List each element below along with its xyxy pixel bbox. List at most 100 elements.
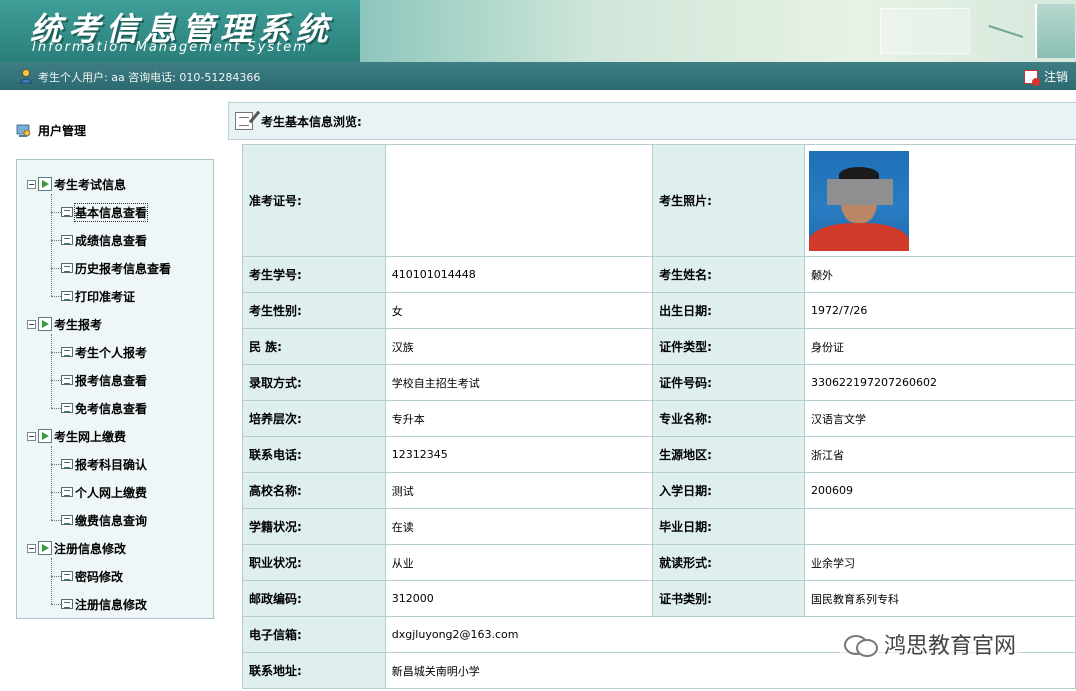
document-icon <box>61 291 73 301</box>
app-subtitle: Information Management System <box>32 40 308 55</box>
logout-icon <box>1023 69 1040 86</box>
tree-group-header[interactable]: − 考生网上缴费 <box>27 422 207 450</box>
logout-button[interactable]: 注销 <box>1023 68 1068 86</box>
tree-group-items: 考生个人报考 报考信息查看 免考信息查看 <box>51 334 207 422</box>
collapse-toggle-icon[interactable]: − <box>27 431 36 441</box>
content-heading: 考生基本信息浏览: <box>261 114 362 129</box>
tree-item-label: 成绩信息查看 <box>75 233 148 248</box>
field-value <box>804 508 1076 545</box>
field-label: 联系电话: <box>242 436 386 473</box>
tree-item-label: 报考信息查看 <box>75 373 148 388</box>
field-value: 从业 <box>384 544 654 581</box>
tree-group-label: 注册信息修改 <box>54 541 127 556</box>
document-icon <box>61 599 73 609</box>
document-icon <box>61 487 73 497</box>
user-info: 考生个人用户: aa 咨询电话: 010-51284366 <box>38 71 261 84</box>
field-value: 12312345 <box>384 436 654 473</box>
sidebar-heading: 用户管理 <box>16 122 86 139</box>
field-label: 证件类型: <box>652 328 806 365</box>
table-row: 民 族: 汉族 证件类型: 身份证 <box>242 328 1076 365</box>
tree-item[interactable]: 密码修改 <box>51 562 207 590</box>
field-label: 录取方式: <box>242 364 386 401</box>
field-label: 民 族: <box>242 328 386 365</box>
field-label: 入学日期: <box>652 472 806 509</box>
tree-item[interactable]: 注册信息修改 <box>51 590 207 618</box>
tree-group-header[interactable]: − 考生报考 <box>27 310 207 338</box>
collapse-toggle-icon[interactable]: − <box>27 543 36 553</box>
tree-group-header[interactable]: − 考生考试信息 <box>27 170 207 198</box>
field-value: 身份证 <box>804 328 1076 365</box>
document-icon <box>61 515 73 525</box>
tree-item[interactable]: 免考信息查看 <box>51 394 207 422</box>
field-label: 考生姓名: <box>652 256 806 293</box>
table-row: 考生学号: 410101014448 考生姓名: 颡外 <box>242 256 1076 293</box>
field-value: 1972/7/26 <box>804 292 1076 329</box>
table-row: 邮政编码: 312000 证书类别: 国民教育系列专科 <box>242 580 1076 617</box>
tree-group: − 考生网上缴费 报考科目确认 个人网上缴费 缴费信息查询 <box>27 422 207 534</box>
user-bar: 考生个人用户: aa 咨询电话: 010-51284366 注销 <box>0 62 1076 90</box>
tree-item-label: 基本信息查看 <box>73 202 149 222</box>
document-icon <box>61 403 73 413</box>
table-row: 学籍状况: 在读 毕业日期: <box>242 508 1076 545</box>
tree-item-label: 考生个人报考 <box>75 345 148 360</box>
field-label: 生源地区: <box>652 436 806 473</box>
edit-note-icon <box>235 112 253 130</box>
tree-item[interactable]: 考生个人报考 <box>51 338 207 366</box>
field-value: 200609 <box>804 472 1076 509</box>
field-label: 证件号码: <box>652 364 806 401</box>
field-value: 测试 <box>384 472 654 509</box>
tree-item[interactable]: 报考科目确认 <box>51 450 207 478</box>
field-label: 职业状况: <box>242 544 386 581</box>
tree-group-items: 基本信息查看成绩信息查看历史报考信息查看打印准考证 <box>51 194 207 310</box>
document-icon <box>61 375 73 385</box>
field-label: 考生性别: <box>242 292 386 329</box>
watermark-text: 鸿思教育官网 <box>884 634 1017 659</box>
blur-overlay <box>827 178 894 205</box>
field-label: 联系地址: <box>242 652 386 689</box>
field-label: 培养层次: <box>242 400 386 437</box>
field-value <box>384 144 654 257</box>
banner-decoration-screen <box>880 8 970 54</box>
field-value: 业余学习 <box>804 544 1076 581</box>
folder-icon <box>38 177 52 191</box>
tree-item-label: 免考信息查看 <box>75 401 148 416</box>
tree-group-items: 密码修改注册信息修改 <box>51 558 207 618</box>
collapse-toggle-icon[interactable]: − <box>27 319 36 329</box>
student-photo <box>809 150 910 251</box>
field-label: 毕业日期: <box>652 508 806 545</box>
tree-item[interactable]: 打印准考证 <box>51 282 207 310</box>
wechat-icon <box>844 633 878 657</box>
user-icon <box>19 69 33 84</box>
logout-label: 注销 <box>1043 70 1068 84</box>
field-value: 410101014448 <box>384 256 654 293</box>
tree-group-label: 考生考试信息 <box>54 177 127 192</box>
field-label: 专业名称: <box>652 400 806 437</box>
tree-group: − 考生报考 考生个人报考 报考信息查看 免考信息查看 <box>27 310 207 422</box>
field-label: 电子信箱: <box>242 616 386 653</box>
field-value: 汉语言文学 <box>804 400 1076 437</box>
field-value: 在读 <box>384 508 654 545</box>
folder-icon <box>38 541 52 555</box>
field-value: 汉族 <box>384 328 654 365</box>
field-value: 国民教育系列专科 <box>804 580 1076 617</box>
tree-item[interactable]: 个人网上缴费 <box>51 478 207 506</box>
field-value: 浙江省 <box>804 436 1076 473</box>
tree-item[interactable]: 历史报考信息查看 <box>51 254 207 282</box>
collapse-toggle-icon[interactable]: − <box>27 179 36 189</box>
table-row: 考生性别: 女出生日期: 1972/7/26 <box>242 292 1076 329</box>
sidebar-heading-label: 用户管理 <box>38 124 87 138</box>
tree-group-header[interactable]: − 注册信息修改 <box>27 534 207 562</box>
tree: − 考生考试信息 基本信息查看 成绩信息查看 历史报考信息查看 打印准考证 − 考生报考 考生个… <box>27 170 207 618</box>
field-value: 专升本 <box>384 400 654 437</box>
field-label: 考生照片: <box>652 144 806 257</box>
tree-item[interactable]: 成绩信息查看 <box>51 226 207 254</box>
title-box: 统考信息管理系统 Information Management System <box>0 0 360 62</box>
tree-item-label: 历史报考信息查看 <box>75 261 172 276</box>
tree-item[interactable]: 基本信息查看 <box>51 198 207 226</box>
tree-item[interactable]: 报考信息查看 <box>51 366 207 394</box>
user-management-icon <box>16 124 31 137</box>
tree-item[interactable]: 缴费信息查询 <box>51 506 207 534</box>
student-info-table: 准考证号: 考生照片: 考生学号: 410101014448 考生姓名: 颡外 考生性别: 女… <box>242 144 1076 689</box>
banner-decoration-line <box>982 24 1024 56</box>
tree-item-label: 密码修改 <box>75 569 124 584</box>
